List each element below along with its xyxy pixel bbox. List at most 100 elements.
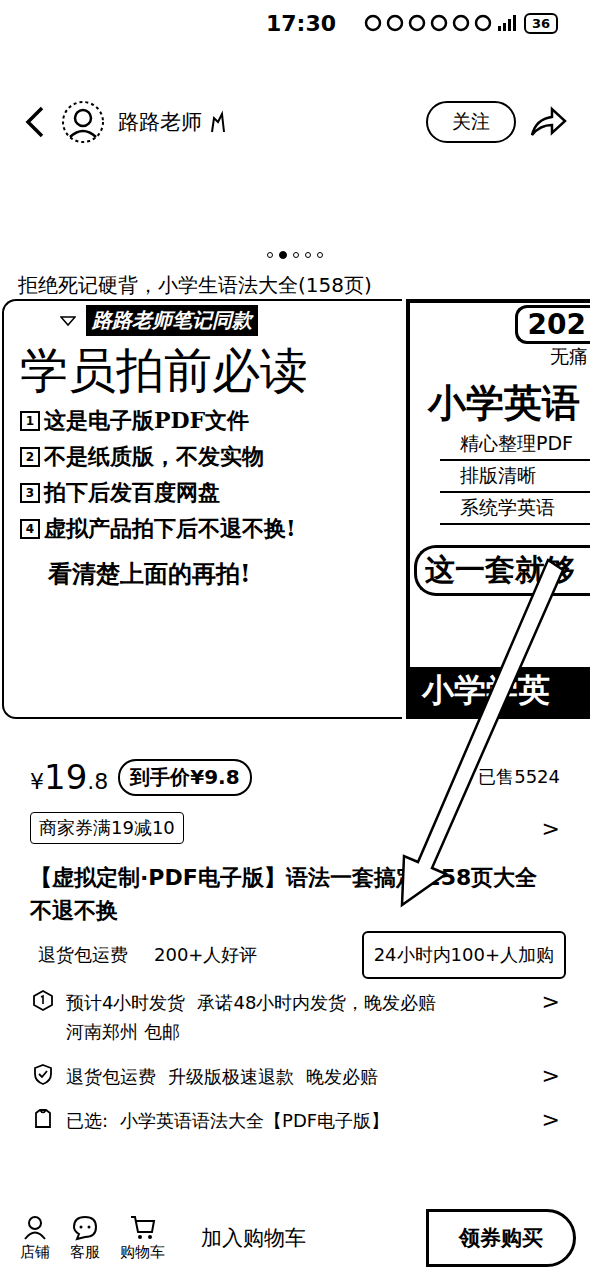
status-indicator-icon bbox=[386, 14, 404, 32]
price-decimal: .8 bbox=[87, 769, 108, 794]
chat-icon[interactable] bbox=[72, 1214, 98, 1241]
notice-text: 虚拟产品拍下后不退不换! bbox=[44, 514, 296, 544]
carousel-dot[interactable] bbox=[267, 252, 273, 258]
status-indicator-icon bbox=[474, 14, 492, 32]
selected-icon bbox=[32, 1107, 54, 1131]
info-sub: 河南郑州 包邮 bbox=[66, 1018, 530, 1047]
carousel-dot[interactable] bbox=[279, 251, 287, 259]
chevron[interactable]: > bbox=[542, 989, 560, 1014]
follow-button[interactable]: 关注 bbox=[426, 101, 516, 143]
status-indicator-icon bbox=[408, 14, 426, 32]
info-part: 晚发必赔 bbox=[306, 1066, 378, 1087]
bottom-nav-label[interactable]: 购物车 bbox=[120, 1243, 165, 1262]
carousel-dots bbox=[0, 244, 590, 266]
cover-panel: 202无痛小学英语精心整理PDF排版清晰系统学英语这一套就够小学学英 bbox=[406, 299, 590, 719]
status-indicator-icon bbox=[364, 14, 382, 32]
store-icon[interactable] bbox=[22, 1214, 48, 1241]
price: ¥19.8 bbox=[30, 757, 108, 797]
status-indicator-icon bbox=[452, 14, 470, 32]
bottom-nav-item[interactable]: 客服 bbox=[70, 1214, 100, 1262]
shop-name[interactable]: 路路老师 bbox=[118, 108, 414, 136]
notice-footer: 看清楚上面的再拍! bbox=[20, 558, 396, 590]
product-title: 【虚拟定制·PDF电子版】语法一套搞定 258页大全 不退不换 bbox=[0, 851, 590, 927]
back-icon[interactable] bbox=[22, 105, 48, 139]
info-row[interactable]: 已选: 小学英语语法大全【PDF电子版】 > bbox=[0, 1097, 590, 1142]
service-tag: 200+人好评 bbox=[146, 935, 265, 975]
badge-icon bbox=[208, 110, 228, 134]
add-to-cart-button[interactable]: 加入购物车 bbox=[201, 1224, 306, 1252]
cover-banner: 这一套就够 bbox=[414, 545, 590, 596]
info-part: 已选: bbox=[66, 1110, 108, 1131]
info-part: 小学英语语法大全【PDF电子版】 bbox=[120, 1110, 389, 1131]
notice-panel: 路路老师笔记同款学员拍前必读1这是电子版PDF文件2不是纸质版，不发实物3拍下后… bbox=[2, 299, 402, 719]
coupon-row[interactable]: 商家券满19减10 > bbox=[0, 805, 590, 851]
status-icons: 36 bbox=[364, 13, 558, 34]
cover-year: 202 bbox=[515, 305, 590, 344]
notice-tag: 路路老师笔记同款 bbox=[20, 305, 396, 336]
avatar-icon[interactable] bbox=[60, 99, 106, 145]
status-bar: 17:30 36 bbox=[0, 0, 590, 46]
notice-number: 2 bbox=[20, 447, 40, 467]
notice-number: 3 bbox=[20, 483, 40, 503]
service-tag: 退货包运费 bbox=[30, 935, 136, 975]
notice-tag-text: 路路老师笔记同款 bbox=[86, 305, 258, 336]
triangle-icon bbox=[60, 315, 76, 327]
price-integer: 19 bbox=[44, 757, 87, 797]
bottom-bar: 店铺 客服 购物车 加入购物车 领券购买 bbox=[0, 1204, 590, 1280]
guarantee-icon bbox=[32, 1063, 54, 1087]
battery-level: 36 bbox=[524, 13, 558, 34]
currency: ¥ bbox=[30, 769, 44, 794]
notice-text: 拍下后发百度网盘 bbox=[44, 478, 220, 508]
chevron[interactable]: > bbox=[542, 1107, 560, 1132]
annotation-arrow bbox=[0, 0, 590, 1280]
notice-item: 3拍下后发百度网盘 bbox=[20, 478, 396, 508]
final-price: 到手价¥9.8 bbox=[118, 759, 251, 796]
chevron[interactable]: > bbox=[542, 1063, 560, 1088]
info-text: 退货包运费升级版极速退款晚发必赔 bbox=[66, 1063, 530, 1092]
info-text: 已选: 小学英语语法大全【PDF电子版】 bbox=[66, 1107, 530, 1136]
shipping-icon bbox=[32, 989, 54, 1013]
bottom-nav-item[interactable]: 店铺 bbox=[20, 1214, 50, 1262]
signal-icon bbox=[496, 14, 520, 32]
cover-line: 排版清晰 bbox=[440, 461, 590, 493]
info-row[interactable]: 退货包运费升级版极速退款晚发必赔 > bbox=[0, 1053, 590, 1098]
notice-number: 4 bbox=[20, 519, 40, 539]
sold-count: 已售5524 bbox=[478, 765, 560, 789]
cover-bottom: 小学学英 bbox=[410, 667, 590, 715]
info-part: 退货包运费 bbox=[66, 1066, 156, 1087]
info-line: 预计4小时发货承诺48小时内发货，晚发必赔 bbox=[66, 989, 530, 1018]
buy-button[interactable]: 领券购买 bbox=[426, 1209, 576, 1267]
cover-subtitle: 无痛 bbox=[550, 344, 590, 370]
info-part: 承诺48小时内发货，晚发必赔 bbox=[197, 992, 436, 1013]
service-tag: 24小时内100+人加购 bbox=[362, 931, 566, 979]
info-text: 预计4小时发货承诺48小时内发货，晚发必赔河南郑州 包邮 bbox=[66, 989, 530, 1047]
carousel-dot[interactable] bbox=[317, 252, 323, 258]
price-row: ¥19.8 到手价¥9.8 已售5524 bbox=[0, 749, 590, 805]
info-row[interactable]: 预计4小时发货承诺48小时内发货，晚发必赔河南郑州 包邮> bbox=[0, 979, 590, 1053]
notice-text: 不是纸质版，不发实物 bbox=[44, 442, 264, 472]
chevron[interactable]: > bbox=[542, 816, 560, 841]
cover-line: 系统学英语 bbox=[440, 493, 590, 525]
info-part: 预计4小时发货 bbox=[66, 992, 185, 1013]
info-line: 退货包运费升级版极速退款晚发必赔 bbox=[66, 1063, 530, 1092]
cover-line: 精心整理PDF bbox=[440, 429, 590, 461]
shop-name-text[interactable]: 路路老师 bbox=[118, 108, 202, 136]
notice-item: 4虚拟产品拍下后不退不换! bbox=[20, 514, 396, 544]
carousel-dot[interactable] bbox=[293, 252, 299, 258]
info-part: 升级版极速退款 bbox=[168, 1066, 294, 1087]
tag-row: 退货包运费200+人好评 24小时内100+人加购 bbox=[0, 927, 590, 979]
cover-title: 小学英语 bbox=[410, 378, 590, 429]
image-caption: 拒绝死记硬背，小学生语法大全(158页) bbox=[0, 266, 590, 299]
bottom-nav-label[interactable]: 客服 bbox=[70, 1243, 100, 1262]
bottom-nav-item[interactable]: 购物车 bbox=[120, 1214, 165, 1262]
notice-number: 1 bbox=[20, 411, 40, 431]
product-image[interactable]: 路路老师笔记同款学员拍前必读1这是电子版PDF文件2不是纸质版，不发实物3拍下后… bbox=[0, 299, 590, 719]
share-icon[interactable] bbox=[528, 105, 568, 139]
notice-item: 2不是纸质版，不发实物 bbox=[20, 442, 396, 472]
carousel-dot[interactable] bbox=[305, 252, 311, 258]
cart-icon[interactable] bbox=[130, 1214, 156, 1241]
clock: 17:30 bbox=[266, 11, 336, 36]
coupon-tag[interactable]: 商家券满19减10 bbox=[30, 812, 184, 844]
bottom-nav-label[interactable]: 店铺 bbox=[20, 1243, 50, 1262]
status-indicator-icon bbox=[430, 14, 448, 32]
